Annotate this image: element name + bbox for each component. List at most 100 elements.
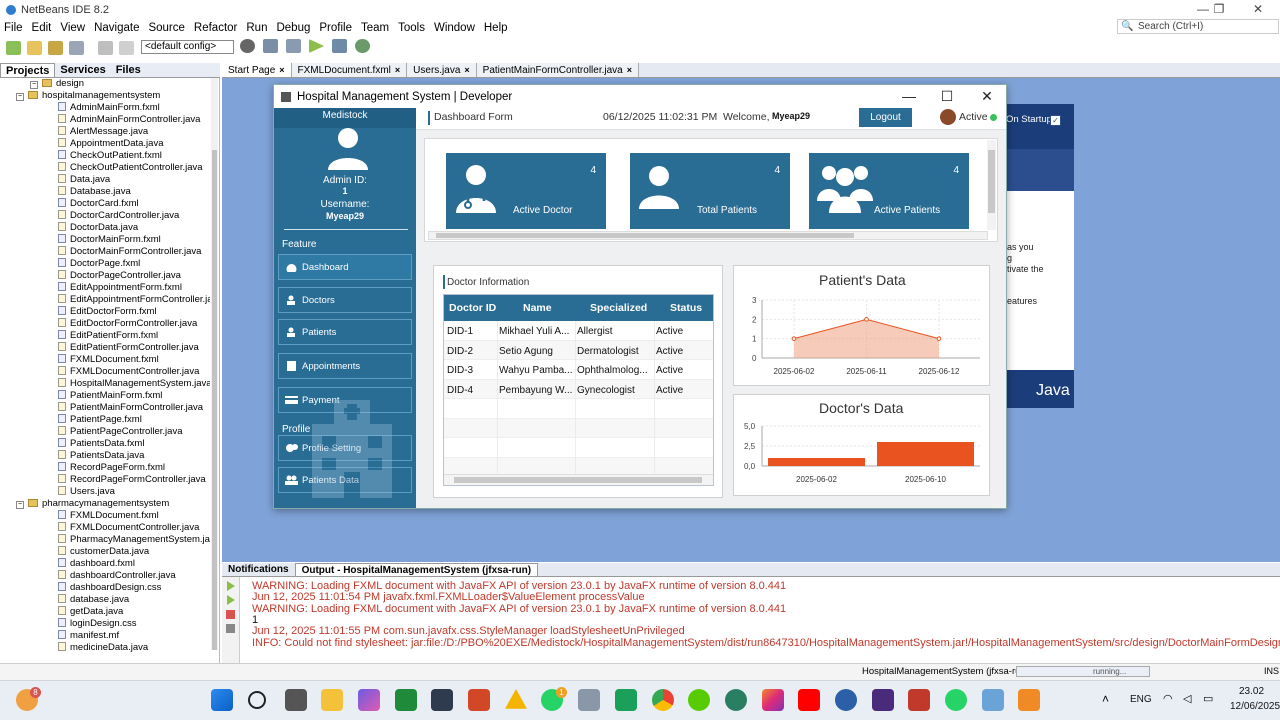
tree-item[interactable]: − design (0, 78, 210, 90)
table-row[interactable]: DID-4 Pembayung W... Gynecologist Active (444, 379, 713, 399)
tree-item[interactable]: PatientsData.fxml (0, 438, 210, 450)
menu-item-profile[interactable]: Profile (319, 22, 352, 34)
menu-item-window[interactable]: Window (434, 22, 475, 34)
cards-vscrollbar-thumb[interactable] (988, 150, 995, 213)
tree-item[interactable]: DoctorCard.fxml (0, 198, 210, 210)
volume-icon[interactable]: ◁ (1183, 692, 1191, 705)
nav-patients[interactable]: Patients (278, 319, 412, 345)
tree-item[interactable]: EditDoctorFormController.java (0, 318, 210, 330)
new-project-icon[interactable] (27, 41, 42, 55)
powerpoint-icon[interactable] (468, 689, 490, 711)
tree-item[interactable]: AlertMessage.java (0, 126, 210, 138)
store-icon[interactable] (431, 689, 453, 711)
tree-item[interactable]: DoctorPageController.java (0, 270, 210, 282)
close-tab-icon[interactable]: × (627, 65, 632, 75)
close-tab-icon[interactable]: × (279, 65, 284, 75)
bar[interactable] (877, 442, 974, 466)
tree-item[interactable]: database.java (0, 594, 210, 606)
tree-item[interactable]: HospitalManagementSystem.java (0, 378, 210, 390)
tree-item[interactable]: getData.java (0, 606, 210, 618)
table-row[interactable] (444, 418, 713, 438)
tree-item[interactable]: DoctorData.java (0, 222, 210, 234)
tree-item[interactable]: dashboardDesign.css (0, 582, 210, 594)
tree-item[interactable]: PatientsData.java (0, 450, 210, 462)
app-icon[interactable] (725, 689, 747, 711)
tree-item[interactable]: − pharmacymanagementsystem (0, 498, 210, 510)
clean-build-icon[interactable] (286, 39, 301, 53)
tree-item[interactable]: RecordPageFormController.java (0, 474, 210, 486)
expand-icon[interactable]: − (16, 93, 24, 101)
tree-item[interactable]: dashboard.fxml (0, 558, 210, 570)
tree-item[interactable]: PatientMainFormController.java (0, 402, 210, 414)
clock-time[interactable]: 23.02 (1239, 686, 1264, 697)
instagram-icon[interactable] (762, 689, 784, 711)
search-icon[interactable] (248, 691, 266, 709)
menu-item-view[interactable]: View (60, 22, 85, 34)
tree-item[interactable]: DoctorPage.fxml (0, 258, 210, 270)
app-maximize-icon[interactable]: ☐ (928, 85, 966, 108)
app-minimize-icon[interactable]: — (890, 85, 928, 108)
tree-item[interactable]: FXMLDocumentController.java (0, 366, 210, 378)
tab-notifications[interactable]: Notifications (222, 563, 295, 576)
nav-appointments[interactable]: Appointments (278, 353, 412, 379)
plus-app-icon[interactable] (615, 689, 637, 711)
tree-item[interactable]: − hospitalmanagementsystem (0, 90, 210, 102)
tab-output[interactable]: Output - HospitalManagementSystem (jfxsa… (294, 563, 539, 576)
tree-item[interactable]: Data.java (0, 174, 210, 186)
save-all-icon[interactable] (69, 41, 84, 55)
tree-item[interactable]: DoctorMainFormController.java (0, 246, 210, 258)
tree-item[interactable]: FXMLDocument.fxml (0, 354, 210, 366)
bar[interactable] (768, 458, 865, 466)
th-name[interactable]: Name (523, 302, 552, 314)
debug-icon[interactable] (332, 39, 347, 53)
logout-button[interactable]: Logout (859, 108, 912, 127)
run-icon[interactable] (309, 39, 324, 53)
whatsapp-business-icon[interactable] (945, 689, 967, 711)
cards-hscrollbar-thumb[interactable] (436, 233, 854, 238)
th-specialized[interactable]: Specialized (590, 302, 647, 314)
redo-icon[interactable] (119, 41, 134, 55)
ide-search-input[interactable]: 🔍 Search (Ctrl+I) (1117, 19, 1279, 34)
table-row[interactable] (444, 399, 713, 419)
tree-item[interactable]: EditDoctorForm.fxml (0, 306, 210, 318)
close-tab-icon[interactable]: × (395, 65, 400, 75)
menu-item-refactor[interactable]: Refactor (194, 22, 237, 34)
tree-item[interactable]: FXMLDocumentController.java (0, 522, 210, 534)
tree-item[interactable]: manifest.mf (0, 630, 210, 642)
tree-item[interactable]: PharmacyManagementSystem.java (0, 534, 210, 546)
copilot-icon[interactable] (358, 689, 380, 711)
on-startup-checkbox[interactable]: ✓ (1050, 115, 1061, 126)
menu-item-file[interactable]: File (4, 22, 23, 34)
tree-item[interactable]: Database.java (0, 186, 210, 198)
tree-item[interactable]: FXMLDocument.fxml (0, 510, 210, 522)
tree-item[interactable]: AppointmentData.java (0, 138, 210, 150)
tab-services[interactable]: Services (55, 63, 110, 77)
tree-item[interactable]: EditAppointmentFormController.java (0, 294, 210, 306)
menu-item-run[interactable]: Run (246, 22, 267, 34)
undo-icon[interactable] (98, 41, 113, 55)
tree-item[interactable]: RecordPageForm.fxml (0, 462, 210, 474)
chevron-up-icon[interactable]: ˄ (1102, 692, 1109, 706)
rerun-icon[interactable] (222, 577, 240, 637)
new-file-icon[interactable] (6, 41, 21, 55)
chat-icon[interactable] (395, 689, 417, 711)
avatar[interactable] (940, 109, 956, 125)
table-hscrollbar-thumb[interactable] (454, 477, 702, 483)
battery-icon[interactable]: ▭ (1203, 692, 1213, 705)
editor-tab[interactable]: FXMLDocument.fxml × (291, 63, 408, 77)
data-point[interactable] (936, 336, 942, 341)
app-close-icon[interactable]: ✕ (968, 85, 1006, 108)
expand-icon[interactable]: − (30, 81, 38, 89)
netbeans-taskbar-icon[interactable] (1018, 689, 1040, 711)
tree-item[interactable]: Users.java (0, 486, 210, 498)
wifi-icon[interactable]: ◠ (1163, 692, 1173, 705)
menu-item-navigate[interactable]: Navigate (94, 22, 139, 34)
tree-item[interactable]: EditPatientFormController.java (0, 342, 210, 354)
editor-tab[interactable]: Start Page × (222, 63, 292, 77)
tree-item[interactable]: medicineData.java (0, 642, 210, 653)
tab-projects[interactable]: Projects (0, 63, 56, 77)
editor-tab[interactable]: Users.java × (407, 63, 477, 77)
th-doctor-id[interactable]: Doctor ID (449, 302, 496, 314)
close-icon[interactable]: ✕ (1243, 2, 1273, 16)
b-app-icon[interactable] (578, 689, 600, 711)
